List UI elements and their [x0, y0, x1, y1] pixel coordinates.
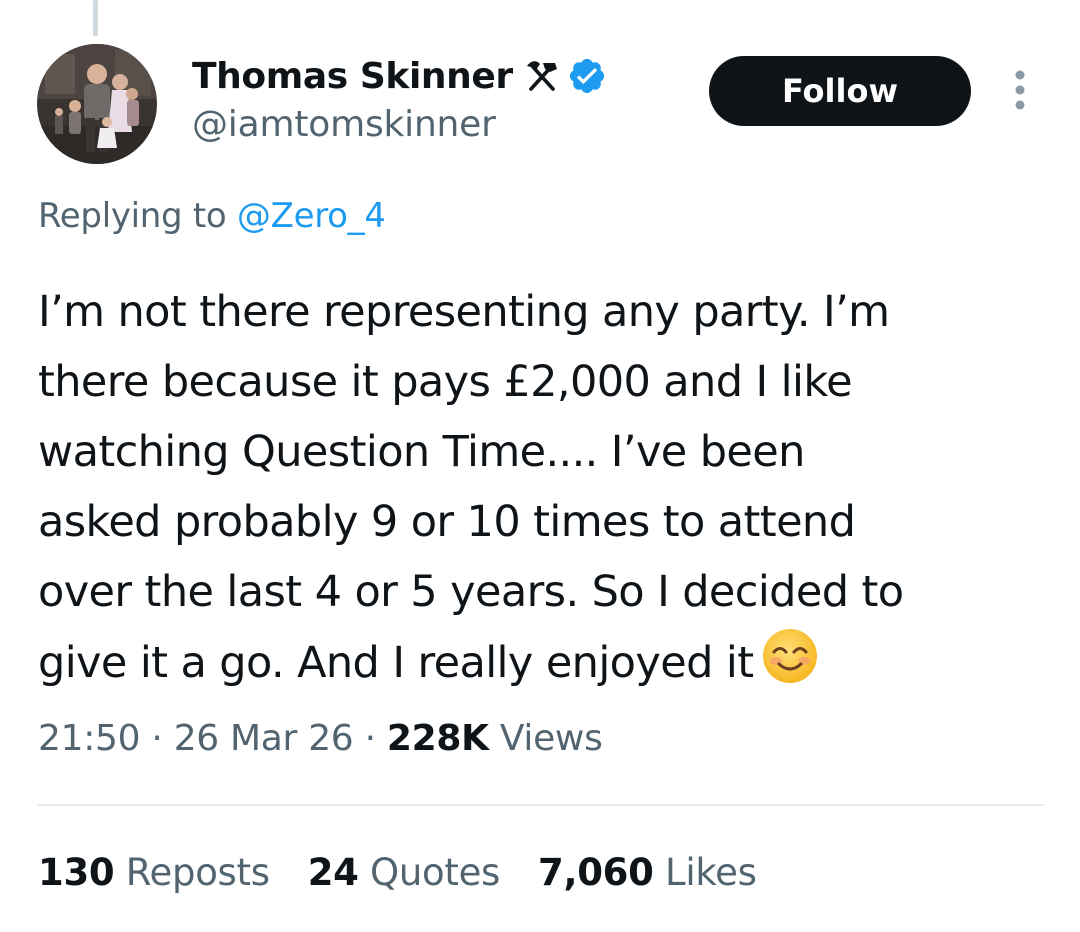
verified-badge-icon	[567, 56, 607, 96]
tweet-time[interactable]: 21:50	[38, 718, 141, 759]
replying-to-line: Replying to @Zero_4	[38, 196, 386, 236]
reposts-label: Reposts	[114, 851, 270, 894]
tweet-text-line: there because it pays £2,000 and I like	[38, 357, 853, 407]
reposts-count: 130	[38, 851, 115, 894]
likes-count: 7,060	[538, 851, 654, 894]
author-handle[interactable]: @iamtomskinner	[192, 104, 496, 145]
tweet-text-line-last: give it a go. And I really enjoyed it	[38, 627, 1053, 697]
tweet-text-line: over the last 4 or 5 years. So I decided…	[38, 567, 904, 617]
views-label: Views	[488, 718, 603, 759]
divider	[38, 804, 1044, 806]
quotes-stat[interactable]: 24 Quotes	[307, 851, 501, 894]
meta-separator: ·	[140, 718, 174, 759]
reply-target-link[interactable]: @Zero_4	[237, 196, 386, 236]
thread-connector-line	[93, 0, 98, 36]
author-display-name[interactable]: Thomas Skinner	[192, 56, 513, 97]
tweet-text: I’m not there representing any party. I’…	[38, 277, 1053, 697]
likes-label: Likes	[653, 851, 757, 894]
quotes-label: Quotes	[358, 851, 501, 894]
reposts-stat[interactable]: 130 Reposts	[38, 851, 270, 894]
tweet-text-line: asked probably 9 or 10 times to attend	[38, 497, 856, 547]
tweet-metadata: 21:50 · 26 Mar 26 · 228K Views	[38, 718, 603, 759]
smiling-face-emoji-icon	[761, 627, 819, 685]
tweet-text-line: watching Question Time.... I’ve been	[38, 427, 805, 477]
avatar-photo	[37, 44, 157, 164]
views-count: 228K	[386, 718, 489, 759]
follow-button[interactable]: Follow	[709, 56, 971, 126]
more-options-icon[interactable]	[1006, 68, 1034, 114]
quotes-count: 24	[307, 851, 359, 894]
hammer-and-pick-icon	[523, 57, 561, 95]
avatar[interactable]	[37, 44, 157, 164]
tweet-date[interactable]: 26 Mar 26	[174, 718, 354, 759]
engagement-stats: 130 Reposts 24 Quotes 7,060 Likes	[38, 851, 795, 894]
tweet-text-line: I’m not there representing any party. I’…	[38, 287, 890, 337]
author-name-row[interactable]: Thomas Skinner	[192, 50, 607, 102]
tweet-text-line: give it a go. And I really enjoyed it	[38, 638, 754, 688]
replying-to-prefix: Replying to	[38, 196, 237, 236]
meta-separator: ·	[353, 718, 387, 759]
likes-stat[interactable]: 7,060 Likes	[538, 851, 757, 894]
